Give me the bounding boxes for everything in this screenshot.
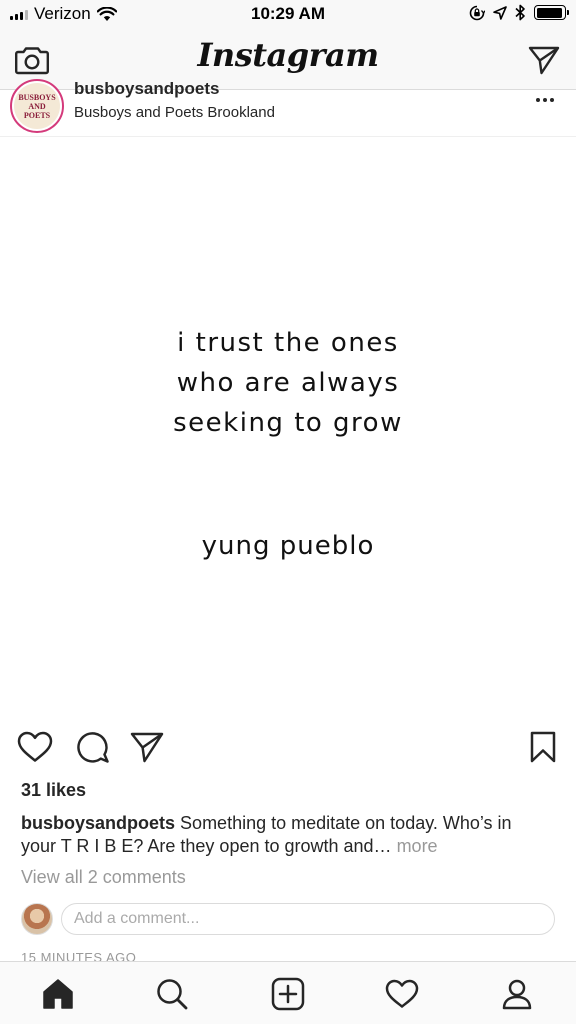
avatar-logo-line: POETS: [23, 110, 51, 120]
save-button[interactable]: [524, 728, 562, 766]
more-dot-icon: [543, 98, 547, 102]
direct-message-button[interactable]: [526, 42, 562, 78]
bookmark-icon: [530, 731, 556, 763]
avatar-logo-line: AND: [28, 101, 46, 111]
caption-username[interactable]: busboysandpoets: [21, 813, 175, 833]
share-button[interactable]: [128, 728, 166, 766]
comment-icon: [77, 732, 109, 763]
bluetooth-icon: [515, 4, 525, 21]
quote-line: seeking to grow: [173, 408, 403, 438]
home-icon: [43, 979, 73, 1009]
status-right: [469, 4, 569, 21]
quote-text: i trust the ones who are always seeking …: [0, 323, 576, 443]
post-header: BUSBOYS AND POETS busboysandpoets Busboy…: [0, 79, 576, 137]
post-image[interactable]: i trust the ones who are always seeking …: [0, 137, 576, 713]
rotation-lock-icon: [469, 5, 485, 20]
add-comment-input[interactable]: [61, 903, 555, 935]
tab-new-post[interactable]: [268, 974, 308, 1014]
comment-button[interactable]: [74, 728, 112, 766]
tab-search[interactable]: [152, 974, 192, 1014]
heart-icon: [17, 731, 53, 762]
post-actions: [0, 722, 576, 770]
tab-activity[interactable]: [382, 974, 422, 1014]
app-title: Instagram: [197, 36, 379, 74]
instagram-feed-screen: Verizon 10:29 AM Instagram BUSBOYS AND P…: [0, 0, 576, 1024]
add-post-icon: [271, 977, 305, 1011]
activity-heart-icon: [385, 979, 419, 1008]
tab-profile[interactable]: [497, 974, 537, 1014]
more-options-button[interactable]: [528, 91, 562, 109]
share-icon: [130, 732, 164, 763]
likes-count[interactable]: 31 likes: [21, 780, 86, 801]
add-comment-row: [21, 902, 556, 936]
search-icon: [157, 979, 188, 1010]
battery-level: [536, 7, 563, 18]
location-arrow-icon: [493, 5, 507, 20]
quote-author: yung pueblo: [201, 531, 375, 561]
post-caption: busboysandpoets Something to meditate on…: [21, 812, 551, 858]
avatar-logo-line: BUSBOYS: [18, 92, 56, 102]
avatar-logo: BUSBOYS AND POETS: [14, 83, 60, 129]
current-user-avatar: [21, 903, 53, 935]
more-dot-icon: [536, 98, 540, 102]
direct-message-icon: [528, 46, 560, 75]
post-username[interactable]: busboysandpoets: [74, 79, 219, 99]
post-location[interactable]: Busboys and Poets Brookland: [74, 104, 275, 121]
tab-home[interactable]: [38, 974, 78, 1014]
quote-line: i trust the ones: [177, 328, 399, 358]
more-dot-icon: [550, 98, 554, 102]
like-button[interactable]: [16, 728, 54, 766]
status-bar: Verizon 10:29 AM: [0, 0, 576, 30]
quote-line: who are always: [176, 368, 400, 398]
post-avatar[interactable]: BUSBOYS AND POETS: [10, 79, 64, 133]
caption-more-link[interactable]: more: [397, 836, 438, 856]
profile-icon: [502, 979, 532, 1010]
battery-icon: [534, 5, 569, 20]
view-all-comments-link[interactable]: View all 2 comments: [21, 867, 186, 888]
bottom-tab-bar: [0, 961, 576, 1024]
